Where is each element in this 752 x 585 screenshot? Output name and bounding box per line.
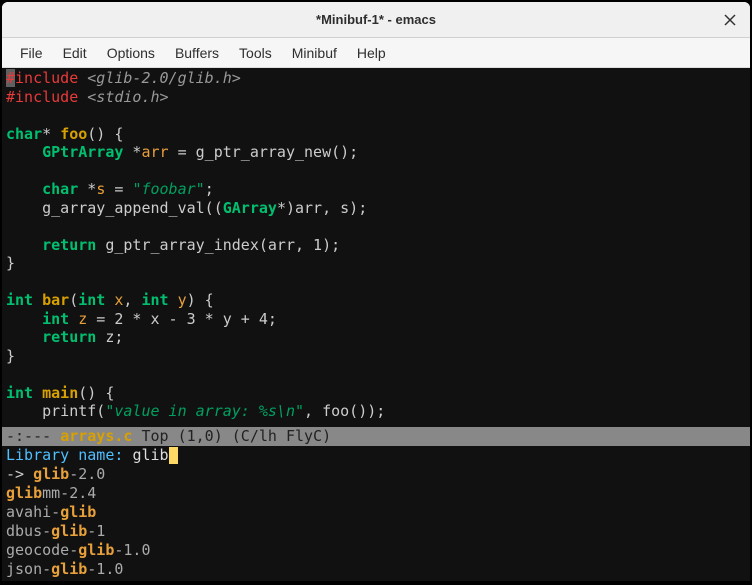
- minibuf-prompt: Library name:: [6, 446, 132, 464]
- menu-edit[interactable]: Edit: [53, 41, 97, 65]
- menu-options[interactable]: Options: [97, 41, 165, 65]
- minibuf-input[interactable]: glib: [132, 446, 168, 464]
- menu-buffers[interactable]: Buffers: [165, 41, 229, 65]
- window-title: *Minibuf-1* - emacs: [316, 12, 436, 27]
- completion-item[interactable]: dbus-glib-1: [6, 522, 746, 541]
- menu-help[interactable]: Help: [347, 41, 396, 65]
- close-icon: [724, 14, 736, 26]
- minibuffer[interactable]: Library name: glib -> glib-2.0 glibmm-2.…: [2, 446, 750, 581]
- completion-item[interactable]: avahi-glib: [6, 503, 746, 522]
- completion-item[interactable]: -> glib-2.0: [6, 465, 746, 484]
- completion-item[interactable]: json-glib-1.0: [6, 560, 746, 579]
- emacs-window: *Minibuf-1* - emacs File Edit Options Bu…: [2, 2, 750, 581]
- menu-tools[interactable]: Tools: [229, 41, 282, 65]
- close-button[interactable]: [722, 12, 738, 28]
- modeline-filename: arrays.c: [60, 427, 132, 445]
- code-buffer[interactable]: #include <glib-2.0/glib.h> #include <std…: [2, 68, 750, 427]
- menubar: File Edit Options Buffers Tools Minibuf …: [2, 38, 750, 68]
- menu-minibuf[interactable]: Minibuf: [282, 41, 347, 65]
- titlebar: *Minibuf-1* - emacs: [2, 2, 750, 38]
- completion-item[interactable]: glibmm-2.4: [6, 484, 746, 503]
- modeline: -:--- arrays.c Top (1,0) (C/lh FlyC): [2, 427, 750, 446]
- completion-item[interactable]: geocode-glib-1.0: [6, 541, 746, 560]
- cursor-char: #: [6, 69, 15, 87]
- menu-file[interactable]: File: [10, 41, 53, 65]
- minibuf-prompt-line: Library name: glib: [6, 446, 746, 465]
- completion-list: -> glib-2.0 glibmm-2.4 avahi-glib dbus-g…: [6, 465, 746, 579]
- cursor-icon: [169, 447, 178, 464]
